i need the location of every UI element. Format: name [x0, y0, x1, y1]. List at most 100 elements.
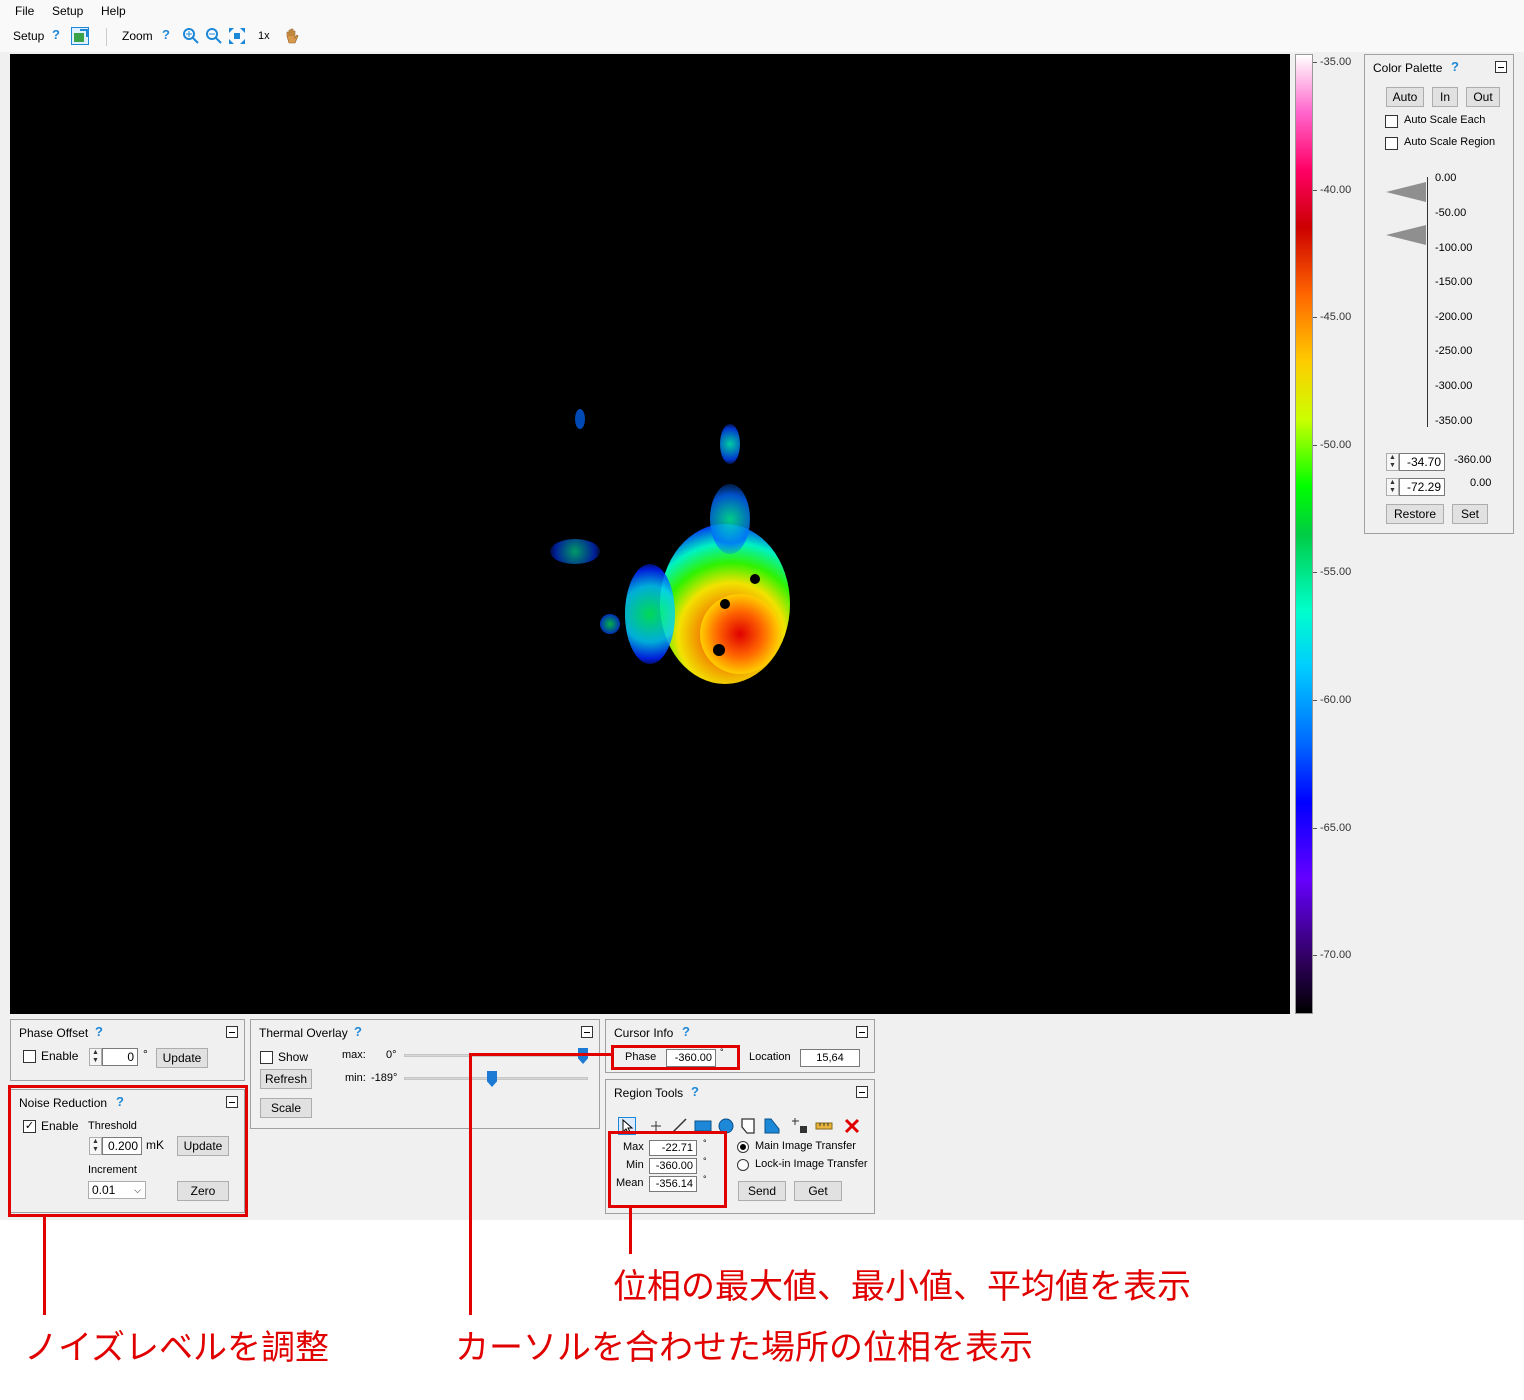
phase-image-view[interactable] [10, 54, 1290, 1014]
colorbar-tick [1313, 572, 1317, 573]
colorbar-label: -35.00 [1320, 56, 1352, 68]
pan-hand-icon[interactable] [283, 27, 301, 45]
menu-help[interactable]: Help [101, 4, 126, 18]
phase-offset-enable-checkbox[interactable] [23, 1050, 36, 1063]
thermal-overlay-title: Thermal Overlay [259, 1026, 348, 1040]
collapse-icon[interactable] [856, 1086, 868, 1098]
upper-limit-handle[interactable] [1386, 182, 1426, 202]
cursor-annotation-line [469, 1053, 472, 1315]
color-palette-title: Color Palette [1373, 61, 1443, 75]
collapse-icon[interactable] [856, 1026, 868, 1038]
thermal-max-slider-thumb[interactable] [578, 1048, 588, 1064]
scale-label: -300.00 [1435, 380, 1473, 392]
cursor-annotation-connector [469, 1053, 612, 1056]
colorbar-label: -70.00 [1320, 949, 1352, 961]
collapse-icon[interactable] [226, 1026, 238, 1038]
region-tools-help-icon[interactable]: ? [691, 1084, 699, 1099]
lower-value-spinner[interactable]: ▲ ▼ [1386, 478, 1399, 496]
region-add-icon[interactable] [791, 1117, 809, 1135]
auto-scale-region-checkbox[interactable] [1385, 137, 1398, 150]
scale-label: -100.00 [1435, 242, 1473, 254]
lockin-image-transfer-label: Lock-in Image Transfer [755, 1158, 868, 1170]
noise-reduction-highlight [8, 1085, 248, 1217]
menu-setup[interactable]: Setup [52, 4, 83, 18]
scale-label: -50.00 [1435, 207, 1467, 219]
setup-help-icon[interactable]: ? [52, 27, 60, 42]
scale-axis [1427, 177, 1428, 427]
colorbar-tick [1313, 955, 1317, 956]
zoom-in-button[interactable]: In [1432, 87, 1458, 107]
setup-label: Setup [13, 29, 45, 43]
colorbar-tick [1313, 828, 1317, 829]
scale-label: 0.00 [1435, 172, 1457, 184]
phase-offset-enable-label: Enable [41, 1049, 79, 1063]
thermal-overlay-panel: Thermal Overlay ? Show Refresh Scale max… [250, 1019, 600, 1129]
restore-button[interactable]: Restore [1386, 504, 1444, 524]
phase-offset-spinner[interactable]: ▲ ▼ [89, 1048, 102, 1066]
stats-annotation-line [629, 1208, 632, 1254]
phase-highlight [611, 1045, 740, 1070]
colorbar-label: -40.00 [1320, 184, 1352, 196]
colorbar-tick [1313, 700, 1317, 701]
lower-value-field[interactable]: -72.29 [1399, 478, 1445, 496]
toolbar-divider [106, 28, 107, 46]
colorbar-label: -50.00 [1320, 439, 1352, 451]
phase-offset-unit: ° [143, 1047, 148, 1061]
thermal-show-checkbox[interactable] [260, 1051, 273, 1064]
delete-region-icon[interactable] [843, 1117, 861, 1135]
thermal-overlay-help-icon[interactable]: ? [354, 1024, 362, 1039]
scale-label: -350.00 [1435, 415, 1473, 427]
lower-limit-handle[interactable] [1386, 225, 1426, 245]
zoom-out-icon[interactable] [205, 27, 223, 45]
phase-offset-help-icon[interactable]: ? [95, 1024, 103, 1039]
scale-label: -250.00 [1435, 345, 1473, 357]
freeform-tool-icon[interactable] [763, 1117, 781, 1135]
phase-offset-update-button[interactable]: Update [156, 1048, 208, 1068]
thermal-show-label: Show [278, 1050, 309, 1064]
thermal-min-slider-thumb[interactable] [487, 1071, 497, 1087]
zoom-help-icon[interactable]: ? [162, 27, 170, 42]
menu-file[interactable]: File [15, 4, 34, 18]
thermal-scale-button[interactable]: Scale [260, 1098, 312, 1118]
colorbar-label: -45.00 [1320, 311, 1352, 323]
send-button[interactable]: Send [738, 1181, 786, 1201]
lockin-image-transfer-radio[interactable] [737, 1159, 749, 1171]
location-value-field: 15,64 [800, 1049, 860, 1067]
collapse-icon[interactable] [1495, 61, 1507, 73]
zoom-fit-icon[interactable] [228, 27, 246, 45]
zoom-label: Zoom [122, 29, 153, 43]
main-image-transfer-radio[interactable] [737, 1141, 749, 1153]
menu-bar: File Setup Help [0, 0, 1524, 24]
thermal-max-value: 0° [386, 1049, 397, 1061]
auto-scale-each-checkbox[interactable] [1385, 115, 1398, 128]
collapse-icon[interactable] [581, 1026, 593, 1038]
phase-offset-title: Phase Offset [19, 1026, 89, 1040]
cursor-info-help-icon[interactable]: ? [682, 1024, 690, 1039]
phase-offset-panel: Phase Offset ? Enable ▲ ▼ 0 ° Update [10, 1019, 245, 1081]
get-button[interactable]: Get [794, 1181, 842, 1201]
thermal-min-label: min: [345, 1072, 366, 1084]
scale-label: -200.00 [1435, 311, 1473, 323]
thermal-refresh-button[interactable]: Refresh [260, 1069, 312, 1089]
thermal-min-value: -189° [371, 1072, 398, 1084]
zoom-in-icon[interactable] [182, 27, 200, 45]
zoom-out-button[interactable]: Out [1466, 87, 1500, 107]
upper-value-spinner[interactable]: ▲ ▼ [1386, 453, 1399, 471]
upper-value-field[interactable]: -34.70 [1399, 453, 1445, 471]
color-palette-help-icon[interactable]: ? [1451, 59, 1459, 74]
ruler-icon[interactable] [815, 1117, 833, 1135]
auto-scale-region-label: Auto Scale Region [1404, 136, 1496, 148]
upper-limit-value: -360.00 [1454, 454, 1492, 466]
colorbar-label: -55.00 [1320, 566, 1352, 578]
phase-offset-value-field[interactable]: 0 [102, 1048, 138, 1066]
scale-label: -150.00 [1435, 276, 1473, 288]
setup-image-icon[interactable] [71, 27, 89, 45]
polygon-tool-icon[interactable] [740, 1117, 758, 1135]
cursor-annotation: カーソルを合わせた場所の位相を表示 [455, 1328, 1033, 1368]
set-button[interactable]: Set [1452, 504, 1488, 524]
location-label: Location [749, 1051, 791, 1063]
auto-button[interactable]: Auto [1386, 87, 1424, 107]
zoom-level[interactable]: 1x [258, 30, 270, 42]
stats-annotation: 位相の最大値、最小値、平均値を表示 [613, 1267, 1191, 1307]
cursor-info-title: Cursor Info [614, 1026, 674, 1040]
